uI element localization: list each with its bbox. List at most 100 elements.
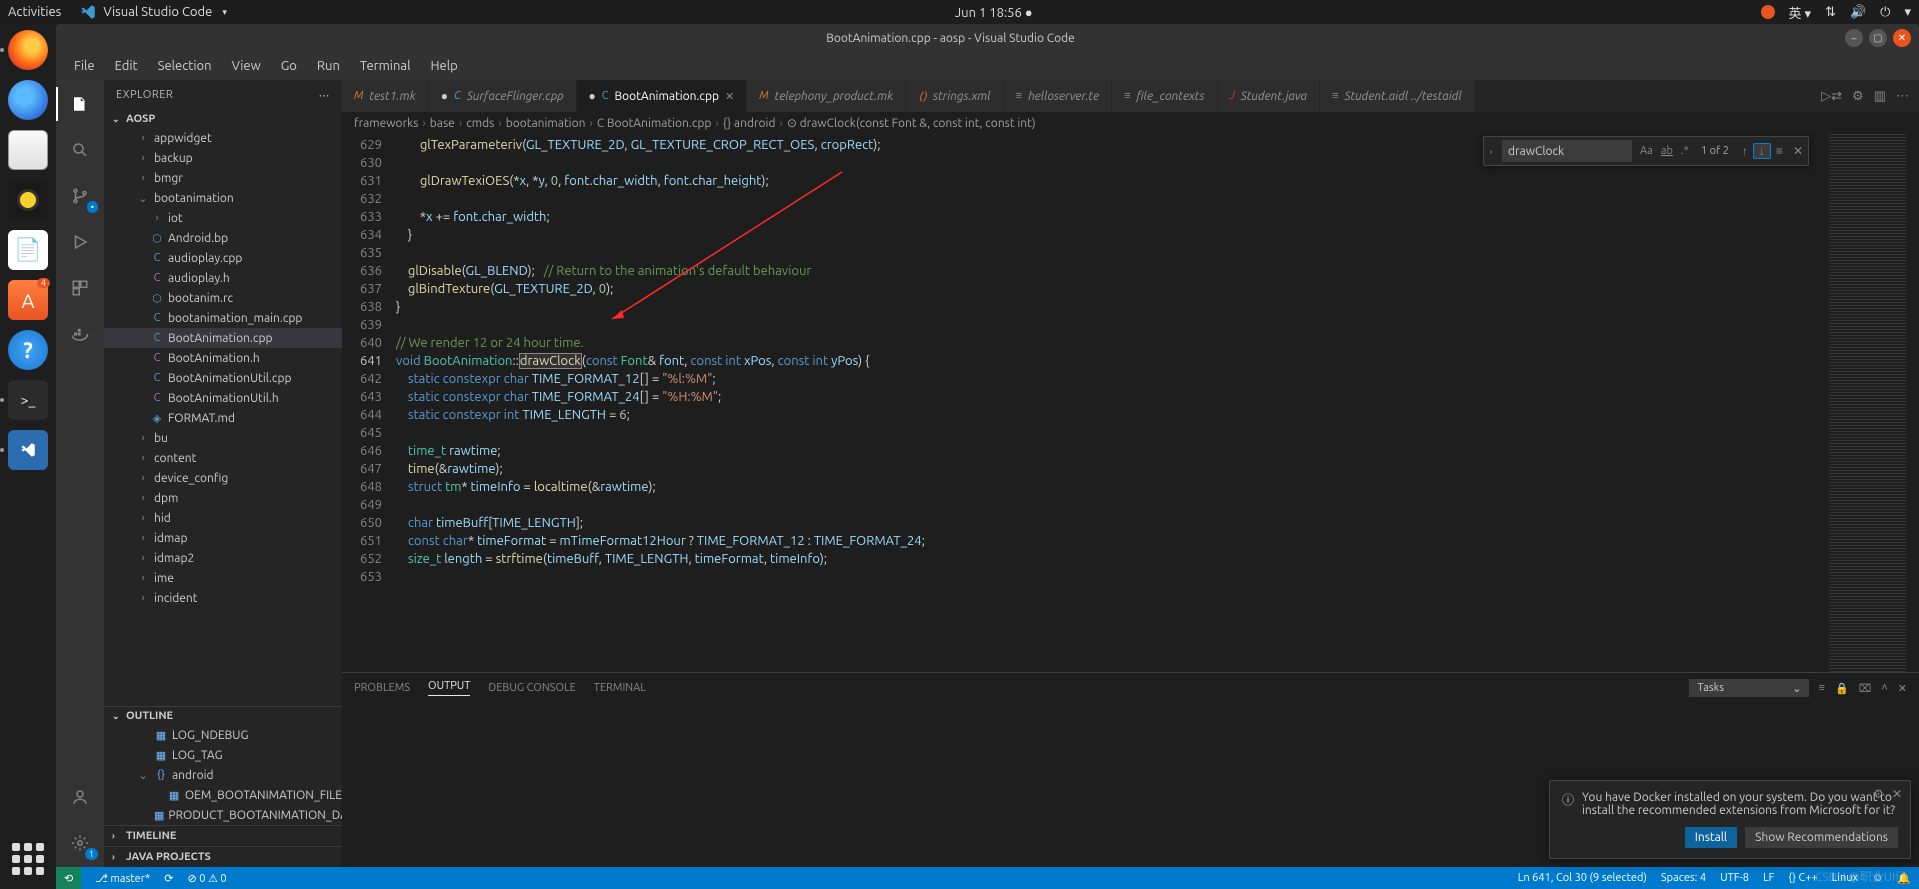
tree-item[interactable]: ›device_config: [104, 468, 342, 488]
tree-item[interactable]: Caudioplay.h: [104, 268, 342, 288]
scm-activity[interactable]: •: [66, 182, 94, 210]
tree-item[interactable]: CBootAnimation.cpp: [104, 328, 342, 348]
tree-item[interactable]: CBootAnimationUtil.h: [104, 388, 342, 408]
language-status[interactable]: {} C++: [1788, 872, 1817, 884]
compare-changes-icon[interactable]: ▷⇄: [1821, 89, 1842, 104]
breadcrumb[interactable]: frameworks›base›cmds›bootanimation›C Boo…: [342, 112, 1919, 134]
find-prev-button[interactable]: ↑: [1737, 144, 1753, 158]
thunderbird-launcher[interactable]: [6, 78, 50, 122]
code-area[interactable]: 6296306316326336346356366376386396406416…: [342, 134, 1919, 672]
tree-item[interactable]: ›iot: [104, 208, 342, 228]
menu-run[interactable]: Run: [309, 57, 348, 75]
settings-activity[interactable]: 1: [66, 829, 94, 857]
ubuntu-software-launcher[interactable]: A4: [6, 278, 50, 322]
outline-item[interactable]: ▦LOG_NDEBUG: [104, 725, 342, 745]
tree-item[interactable]: Caudioplay.cpp: [104, 248, 342, 268]
editor-tab[interactable]: JStudent.java: [1218, 80, 1320, 112]
tree-item[interactable]: ›backup: [104, 148, 342, 168]
cursor-position[interactable]: Ln 641, Col 30 (9 selected): [1518, 872, 1647, 884]
tree-item[interactable]: ›idmap2: [104, 548, 342, 568]
feedback-icon[interactable]: ☺: [1872, 872, 1883, 884]
menu-help[interactable]: Help: [422, 57, 465, 75]
editor-tab[interactable]: ● CBootAnimation.cpp✕: [577, 80, 748, 112]
tree-item[interactable]: ›ime: [104, 568, 342, 588]
editor-more-icon[interactable]: ⋯: [1896, 89, 1909, 104]
editor-tab[interactable]: ≡file_contexts: [1112, 80, 1217, 112]
system-menu-chevron-icon[interactable]: ▾: [1904, 5, 1911, 20]
breadcrumb-item[interactable]: bootanimation: [506, 117, 586, 130]
rhythmbox-launcher[interactable]: [6, 178, 50, 222]
tree-item[interactable]: ⬡bootanim.rc: [104, 288, 342, 308]
menu-edit[interactable]: Edit: [107, 57, 146, 75]
notification-dot-icon[interactable]: [1761, 5, 1775, 19]
outline-item[interactable]: ▦PRODUCT_BOOTANIMATION_DARK_...: [104, 805, 342, 825]
notification-close-icon[interactable]: ✕: [1892, 787, 1902, 801]
indent-status[interactable]: Spaces: 4: [1661, 872, 1706, 884]
errors-status[interactable]: ⊘ 0 ⚠ 0: [187, 872, 226, 885]
network-icon[interactable]: ⇅: [1825, 5, 1836, 20]
app-menu[interactable]: Visual Studio Code: [79, 3, 227, 21]
regex-toggle[interactable]: .*: [1677, 145, 1693, 157]
debug-activity[interactable]: [66, 228, 94, 256]
tree-item[interactable]: CBootAnimationUtil.cpp: [104, 368, 342, 388]
find-input[interactable]: [1502, 140, 1632, 162]
sync-status[interactable]: ⟳: [164, 872, 173, 885]
tree-item[interactable]: ›appwidget: [104, 128, 342, 148]
git-branch[interactable]: ⎇ master*: [95, 872, 150, 885]
tree-item[interactable]: ›dpm: [104, 488, 342, 508]
match-word-toggle[interactable]: ab: [1657, 145, 1677, 157]
menu-selection[interactable]: Selection: [150, 57, 220, 75]
breadcrumb-item[interactable]: ⊙ drawClock(const Font &, const int, con…: [787, 116, 1036, 130]
tree-item[interactable]: ◈FORMAT.md: [104, 408, 342, 428]
tab-close-icon[interactable]: ✕: [725, 90, 734, 103]
timeline-header[interactable]: ›TIMELINE: [104, 825, 342, 846]
sidebar-more-icon[interactable]: ⋯: [319, 89, 331, 102]
tree-item[interactable]: Cbootanimation_main.cpp: [104, 308, 342, 328]
find-close-button[interactable]: ✕: [1788, 144, 1808, 158]
breadcrumb-item[interactable]: base: [430, 117, 455, 130]
os-status[interactable]: Linux: [1832, 872, 1858, 884]
maximize-button[interactable]: ▢: [1869, 29, 1887, 47]
extensions-activity[interactable]: [66, 274, 94, 302]
power-icon[interactable]: ⏻: [1880, 5, 1890, 20]
eol-status[interactable]: LF: [1763, 872, 1774, 884]
tree-item[interactable]: ›bu: [104, 428, 342, 448]
remote-indicator[interactable]: ⟲: [56, 867, 81, 889]
panel-close-icon[interactable]: ✕: [1898, 682, 1907, 695]
tree-item[interactable]: ›incident: [104, 588, 342, 608]
outline-header[interactable]: ⌄OUTLINE: [104, 706, 342, 725]
breadcrumb-item[interactable]: frameworks: [354, 117, 418, 130]
outline-item[interactable]: ▦OEM_BOOTANIMATION_FILE: [104, 785, 342, 805]
tree-item[interactable]: ›bmgr: [104, 168, 342, 188]
account-activity[interactable]: [66, 783, 94, 811]
panel-clear-icon[interactable]: ⌧: [1859, 682, 1872, 695]
panel-tab-terminal[interactable]: TERMINAL: [594, 682, 646, 694]
find-next-button[interactable]: ↓: [1753, 143, 1771, 159]
panel-filter-icon[interactable]: ≡: [1819, 682, 1825, 694]
panel-maximize-icon[interactable]: ˄: [1881, 682, 1887, 694]
match-case-toggle[interactable]: Aa: [1636, 145, 1657, 157]
find-expand-toggle[interactable]: ›: [1484, 146, 1498, 157]
editor-tab[interactable]: ● CSurfaceFlinger.cpp: [429, 80, 577, 112]
tree-item[interactable]: CBootAnimation.h: [104, 348, 342, 368]
editor-tab[interactable]: Mtelephony_product.mk: [747, 80, 906, 112]
split-editor-icon[interactable]: ▥: [1874, 89, 1886, 104]
find-in-selection-button[interactable]: ≡: [1771, 144, 1788, 158]
code-content[interactable]: glTexParameteriv(GL_TEXTURE_2D, GL_TEXTU…: [396, 134, 1823, 672]
menu-go[interactable]: Go: [273, 57, 305, 75]
editor-tab[interactable]: ⟨⟩strings.xml: [906, 80, 1003, 112]
menu-view[interactable]: View: [224, 57, 269, 75]
tasks-dropdown[interactable]: Tasks: [1689, 679, 1809, 697]
panel-lock-icon[interactable]: 🔒: [1835, 682, 1849, 695]
clock[interactable]: Jun 1 18:56: [955, 6, 1022, 20]
firefox-launcher[interactable]: [6, 28, 50, 72]
show-recommendations-button[interactable]: Show Recommendations: [1745, 827, 1898, 848]
tree-item[interactable]: ›hid: [104, 508, 342, 528]
notification-gear-icon[interactable]: ⚙: [1873, 787, 1884, 801]
files-launcher[interactable]: [6, 128, 50, 172]
breadcrumb-item[interactable]: cmds: [466, 117, 494, 130]
panel-tab-output[interactable]: OUTPUT: [428, 680, 470, 696]
vscode-launcher[interactable]: [6, 428, 50, 472]
terminal-launcher[interactable]: >_: [6, 378, 50, 422]
tree-item[interactable]: ⬡Android.bp: [104, 228, 342, 248]
